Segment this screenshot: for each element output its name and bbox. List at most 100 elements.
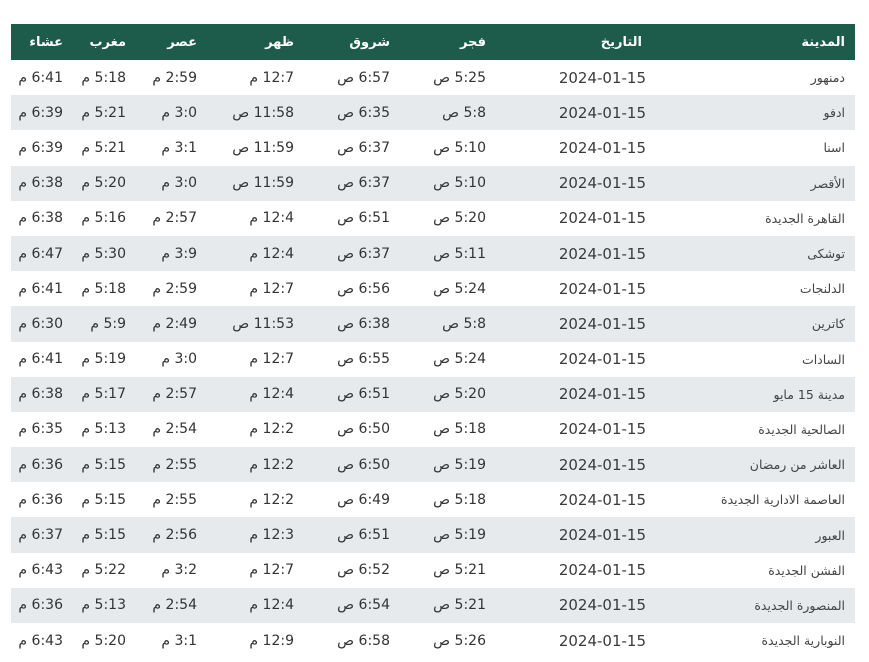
cell-fajr: 5:10 ص bbox=[400, 166, 496, 201]
cell-date: 2024-01-15 bbox=[496, 342, 652, 377]
cell-city: العبور bbox=[652, 517, 855, 552]
cell-shuruq: 6:50 ص bbox=[304, 412, 400, 447]
maghrib-value: 5:20 م bbox=[81, 175, 126, 192]
asr-value: 2:54 م bbox=[152, 421, 197, 438]
cell-maghrib: 5:21 م bbox=[73, 130, 136, 165]
table-row: كاترين 2024-01-15 5:8 ص 6:38 ص 11:53 ص 2:49 م… bbox=[11, 306, 855, 342]
cell-maghrib: 5:13 م bbox=[73, 412, 136, 447]
date-value: 2024-01-15 bbox=[558, 385, 646, 404]
cell-city: العاصمة الادارية الجديدة bbox=[652, 482, 855, 517]
city-value: القاهرة الجديدة bbox=[765, 210, 845, 226]
cell-city: النوبارية الجديدة bbox=[652, 623, 855, 658]
dhuhr-value: 11:59 ص bbox=[232, 139, 294, 156]
header-isha: عشاء bbox=[29, 34, 63, 50]
fajr-value: 5:10 ص bbox=[433, 175, 486, 192]
city-value: المنصورة الجديدة bbox=[754, 597, 845, 613]
cell-maghrib: 5:17 م bbox=[73, 377, 136, 412]
table-row: المنصورة الجديدة 2024-01-15 5:21 ص 6:54 ص 12… bbox=[11, 587, 855, 623]
city-value: مدينة 15 مايو bbox=[773, 386, 845, 402]
dhuhr-value: 12:9 م bbox=[249, 632, 294, 649]
cell-asr: 2:59 م bbox=[136, 60, 207, 95]
cell-date: 2024-01-15 bbox=[496, 482, 652, 517]
cell-fajr: 5:19 ص bbox=[400, 517, 496, 552]
shuruq-value: 6:57 ص bbox=[337, 69, 390, 86]
table-row: اسنا 2024-01-15 5:10 ص 6:37 ص 11:59 ص 3:1 م 5:… bbox=[11, 130, 855, 165]
cell-maghrib: 5:15 م bbox=[73, 447, 136, 482]
cell-city: الدلنجات bbox=[652, 271, 855, 306]
cell-asr: 2:54 م bbox=[136, 588, 207, 623]
isha-value: 6:38 م bbox=[18, 386, 63, 403]
asr-value: 3:0 م bbox=[161, 175, 197, 192]
cell-city: الصالحية الجديدة bbox=[652, 412, 855, 447]
date-value: 2024-01-15 bbox=[558, 455, 646, 474]
cell-asr: 2:55 م bbox=[136, 482, 207, 517]
cell-shuruq: 6:55 ص bbox=[304, 342, 400, 377]
isha-value: 6:36 م bbox=[18, 456, 63, 473]
cell-city: مدينة 15 مايو bbox=[652, 377, 855, 412]
maghrib-value: 5:21 م bbox=[81, 104, 126, 121]
cell-date: 2024-01-15 bbox=[496, 588, 652, 623]
table-row: الأقصر 2024-01-15 5:10 ص 6:37 ص 11:59 ص 3:0 م… bbox=[11, 165, 855, 201]
date-value: 2024-01-15 bbox=[558, 490, 646, 509]
cell-isha: 6:43 م bbox=[11, 553, 73, 588]
isha-value: 6:39 م bbox=[18, 104, 63, 121]
shuruq-value: 6:51 ص bbox=[337, 527, 390, 544]
dhuhr-value: 12:7 م bbox=[249, 562, 294, 579]
prayer-times-table: المدينة التاريخ فجر شروق ظهر عصر مغرب عش… bbox=[11, 24, 855, 658]
cell-date: 2024-01-15 bbox=[496, 166, 652, 201]
cell-shuruq: 6:49 ص bbox=[304, 482, 400, 517]
cell-isha: 6:41 م bbox=[11, 271, 73, 306]
cell-city: السادات bbox=[652, 342, 855, 377]
cell-dhuhr: 12:7 م bbox=[207, 553, 304, 588]
header-shuruq: شروق bbox=[349, 34, 390, 50]
cell-maghrib: 5:15 م bbox=[73, 517, 136, 552]
cell-dhuhr: 11:58 ص bbox=[207, 95, 304, 130]
maghrib-value: 5:13 م bbox=[81, 421, 126, 438]
maghrib-value: 5:20 م bbox=[81, 632, 126, 649]
city-value: الأقصر bbox=[810, 175, 845, 191]
dhuhr-value: 12:3 م bbox=[249, 527, 294, 544]
shuruq-value: 6:58 ص bbox=[337, 632, 390, 649]
cell-fajr: 5:25 ص bbox=[400, 60, 496, 95]
date-value: 2024-01-15 bbox=[558, 526, 646, 545]
isha-value: 6:41 م bbox=[18, 69, 63, 86]
cell-isha: 6:38 م bbox=[11, 201, 73, 236]
cell-fajr: 5:18 ص bbox=[400, 412, 496, 447]
date-value: 2024-01-15 bbox=[558, 103, 646, 122]
table-row: السادات 2024-01-15 5:24 ص 6:55 ص 12:7 م 3:0 م… bbox=[11, 342, 855, 377]
cell-date: 2024-01-15 bbox=[496, 447, 652, 482]
fajr-value: 5:21 ص bbox=[433, 597, 486, 614]
maghrib-value: 5:15 م bbox=[81, 491, 126, 508]
table-row: العبور 2024-01-15 5:19 ص 6:51 ص 12:3 م 2:56 م… bbox=[11, 517, 855, 553]
maghrib-value: 5:16 م bbox=[81, 210, 126, 227]
header-fajr: فجر bbox=[460, 34, 486, 50]
cell-dhuhr: 11:59 ص bbox=[207, 130, 304, 165]
asr-value: 3:0 م bbox=[161, 104, 197, 121]
cell-asr: 2:49 م bbox=[136, 306, 207, 341]
cell-maghrib: 5:15 م bbox=[73, 482, 136, 517]
cell-city: الأقصر bbox=[652, 166, 855, 201]
shuruq-value: 6:38 ص bbox=[337, 315, 390, 332]
dhuhr-value: 11:58 ص bbox=[232, 104, 294, 121]
date-value: 2024-01-15 bbox=[558, 561, 646, 580]
maghrib-value: 5:13 م bbox=[81, 597, 126, 614]
shuruq-value: 6:49 ص bbox=[337, 491, 390, 508]
cell-city: المنصورة الجديدة bbox=[652, 588, 855, 623]
cell-maghrib: 5:13 م bbox=[73, 588, 136, 623]
cell-dhuhr: 12:2 م bbox=[207, 412, 304, 447]
cell-asr: 3:0 م bbox=[136, 342, 207, 377]
shuruq-value: 6:55 ص bbox=[337, 351, 390, 368]
maghrib-value: 5:15 م bbox=[81, 456, 126, 473]
cell-fajr: 5:18 ص bbox=[400, 482, 496, 517]
fajr-value: 5:24 ص bbox=[433, 280, 486, 297]
dhuhr-value: 12:7 م bbox=[249, 351, 294, 368]
shuruq-value: 6:51 ص bbox=[337, 210, 390, 227]
cell-fajr: 5:11 ص bbox=[400, 236, 496, 271]
dhuhr-value: 12:4 م bbox=[249, 210, 294, 227]
date-value: 2024-01-15 bbox=[558, 209, 646, 228]
maghrib-value: 5:9 م bbox=[90, 315, 126, 332]
cell-maghrib: 5:30 م bbox=[73, 236, 136, 271]
city-value: العاصمة الادارية الجديدة bbox=[721, 492, 845, 508]
cell-isha: 6:36 م bbox=[11, 482, 73, 517]
shuruq-value: 6:37 ص bbox=[337, 175, 390, 192]
